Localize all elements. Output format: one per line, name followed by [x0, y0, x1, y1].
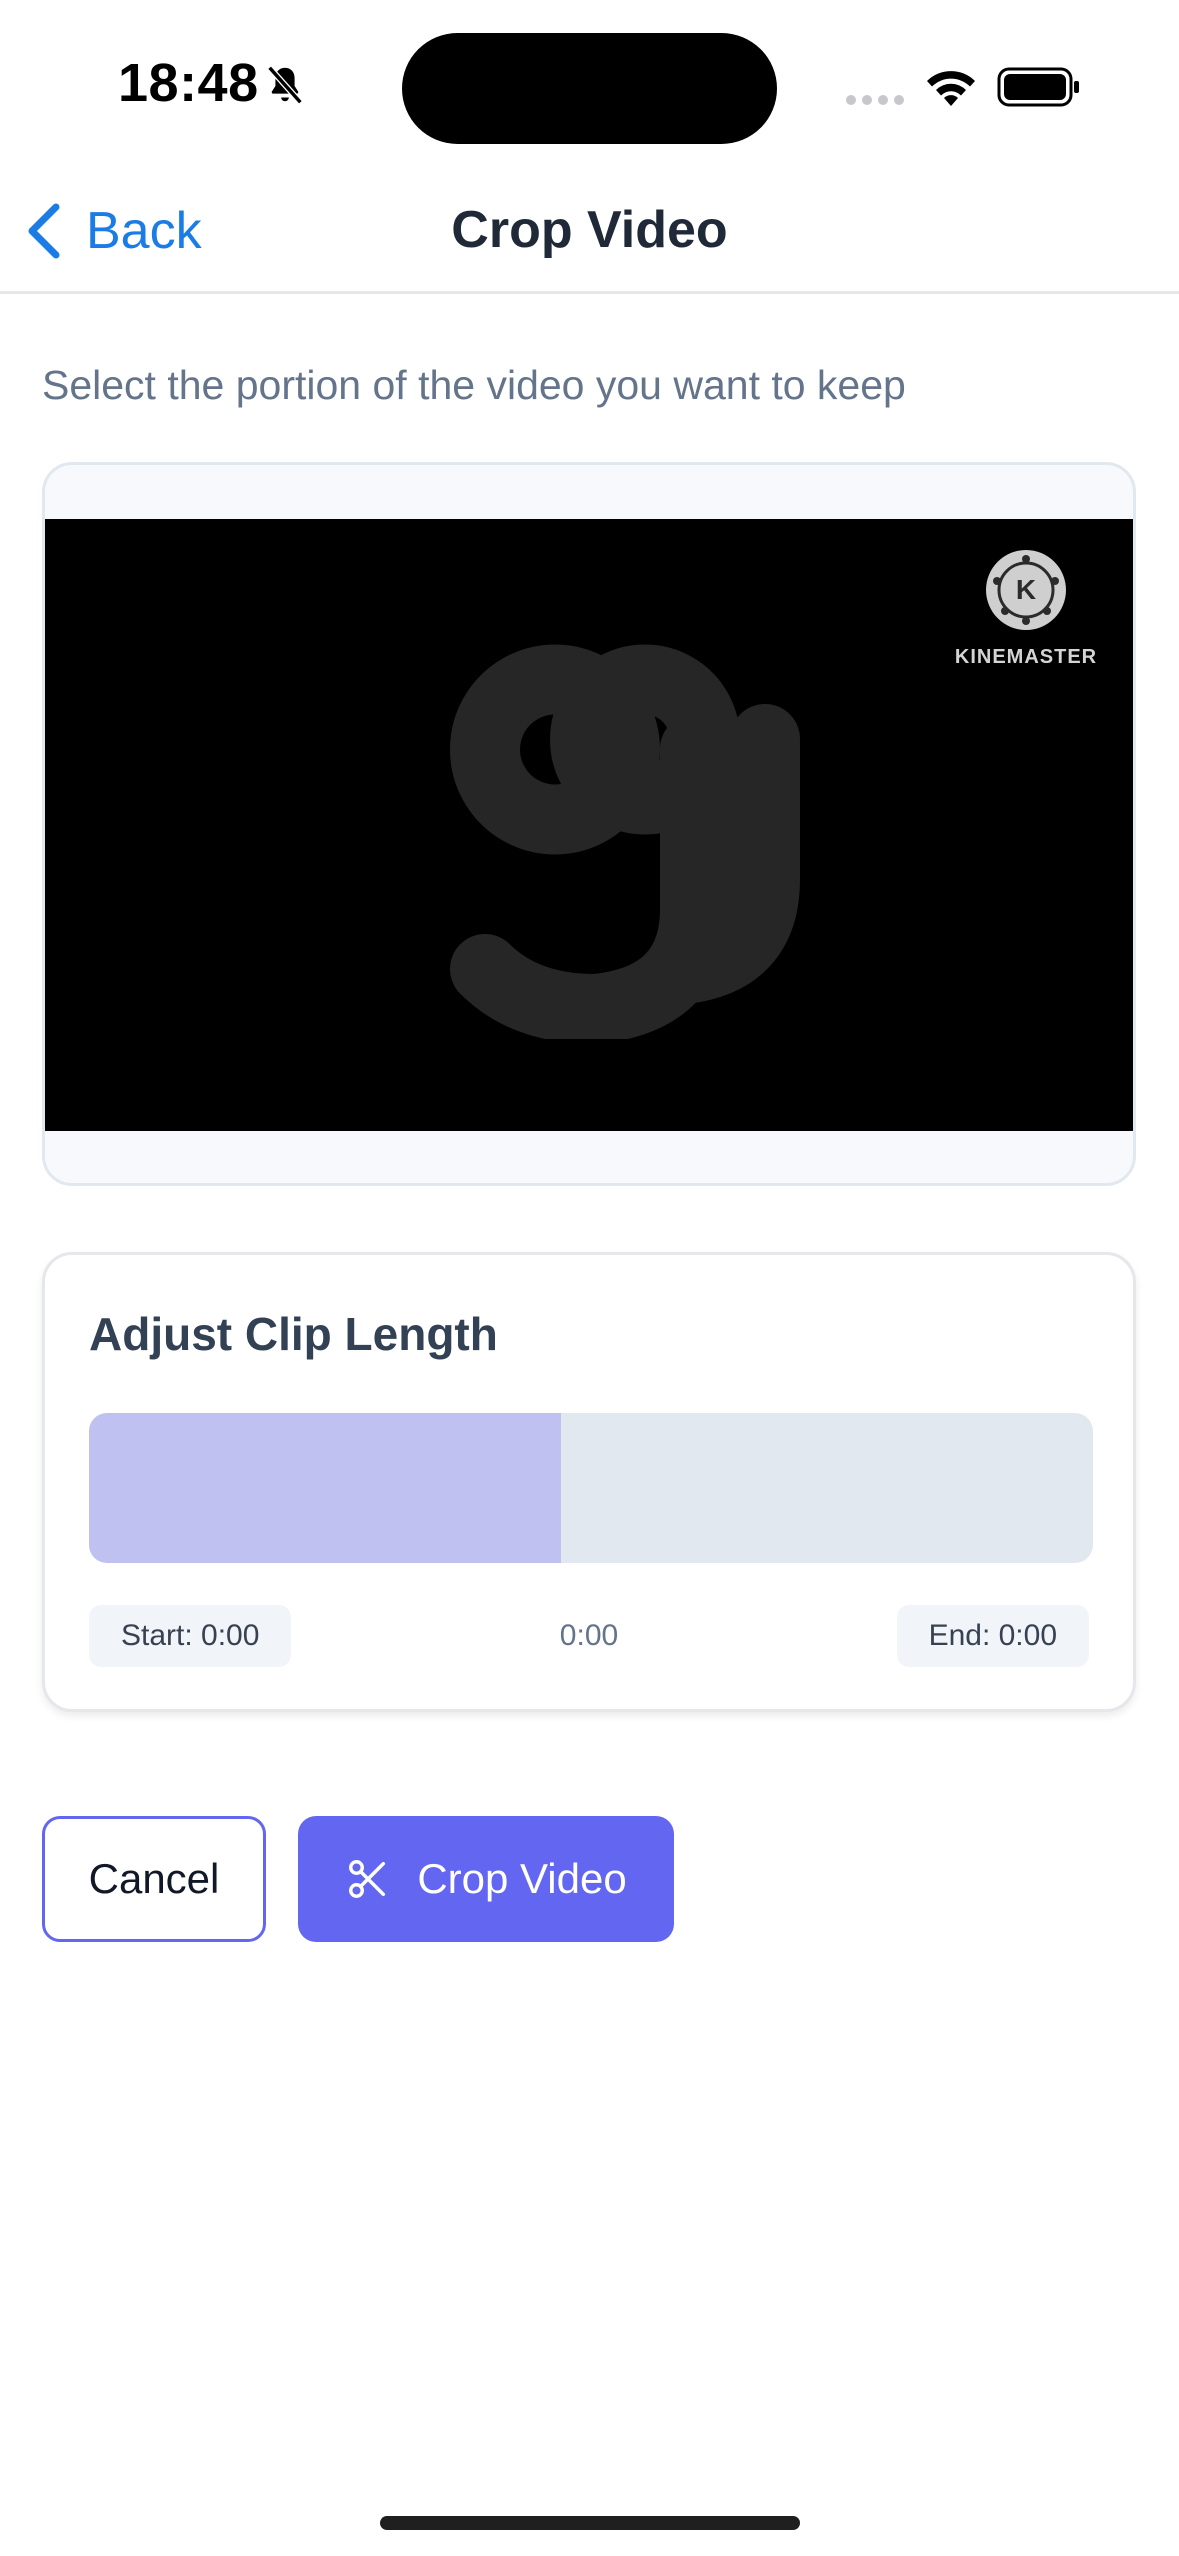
signal-icon [846, 95, 904, 105]
clip-length-title: Adjust Clip Length [89, 1308, 498, 1360]
page-title: Crop Video [451, 201, 728, 259]
status-bar: 18:48 [0, 0, 1179, 170]
status-time: 18:48 [118, 53, 259, 113]
instruction-text: Select the portion of the video you want… [42, 362, 906, 408]
home-indicator[interactable] [380, 2516, 800, 2530]
battery-icon [997, 67, 1079, 107]
bell-slash-icon [267, 65, 303, 105]
wifi-icon [927, 71, 975, 106]
video-frame-graphic [450, 644, 800, 1039]
video-preview-card: K KINEMASTER [42, 462, 1136, 1186]
cancel-button[interactable]: Cancel [42, 1816, 266, 1942]
kinemaster-watermark: K KINEMASTER [946, 549, 1106, 669]
end-time-badge: End: 0:00 [896, 1605, 1089, 1667]
kinemaster-label: KINEMASTER [954, 646, 1098, 668]
video-player[interactable]: K KINEMASTER [45, 519, 1133, 1131]
crop-video-button-label: Crop Video [417, 1855, 627, 1902]
crop-video-button[interactable]: Crop Video [298, 1816, 674, 1942]
dynamic-island [402, 33, 777, 144]
clip-length-card: Adjust Clip Length Start: 0:00 0:00 End:… [42, 1252, 1136, 1712]
cancel-button-label: Cancel [88, 1855, 220, 1902]
svg-text:K: K [1016, 574, 1036, 605]
clip-selected-range[interactable] [89, 1413, 561, 1563]
navigation-bar: Back Crop Video [0, 170, 1179, 294]
kinemaster-logo-icon: K [986, 550, 1066, 630]
clip-range-slider[interactable] [89, 1413, 1093, 1563]
scissors-icon [349, 1860, 386, 1898]
